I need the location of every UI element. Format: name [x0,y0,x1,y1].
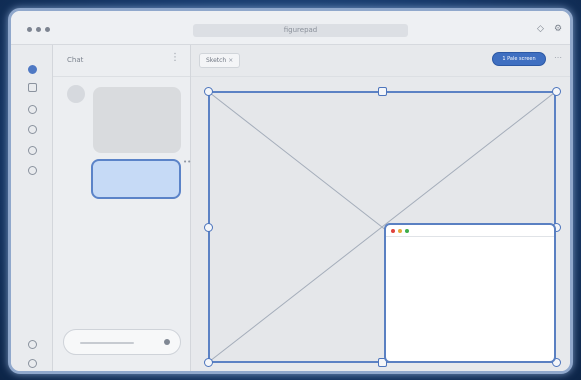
mini-close-dot[interactable] [391,229,395,233]
mini-maximize-dot[interactable] [405,229,409,233]
resize-handle-left[interactable] [204,223,213,232]
outgoing-message[interactable] [91,159,181,199]
bell-icon[interactable] [28,166,37,175]
resize-handle-bottom-left[interactable] [204,358,213,367]
resize-handle-top-left[interactable] [204,87,213,96]
message-composer[interactable] [63,329,181,355]
send-icon[interactable] [164,339,170,345]
tab-close-icon[interactable]: × [228,57,233,64]
mini-window[interactable] [384,223,556,363]
avatar [67,85,85,103]
canvas-area[interactable] [191,77,570,371]
window-controls [27,27,50,32]
cloud-icon[interactable] [28,125,37,134]
main-area: Sketch × 1 Pale screen ⋯ [191,45,570,371]
left-rail [11,45,53,371]
address-bar[interactable]: figurepad [193,24,408,37]
mini-window-controls [391,229,409,233]
shield-icon[interactable]: ◇ [537,25,544,34]
chat-menu-icon[interactable]: ⋮ [170,53,180,63]
incoming-message [93,87,181,153]
minimize-window-dot[interactable] [36,27,41,32]
chat-header: Chat ⋮ [53,45,190,77]
resize-handle-top-right[interactable] [552,87,561,96]
main-header: Sketch × 1 Pale screen ⋯ [191,45,570,77]
link-icon[interactable] [28,146,37,155]
resize-handle-top[interactable] [378,87,387,96]
home-icon[interactable] [28,65,37,74]
composer-placeholder [80,342,134,344]
puzzle-icon[interactable]: ⚙ [554,25,562,34]
title-bar: figurepad ◇ ⚙ [11,11,570,45]
app-window: figurepad ◇ ⚙ Chat ⋮ •• Sketch × 1 Pale … [8,8,573,374]
user-icon[interactable] [28,359,37,368]
settings-icon[interactable] [28,340,37,349]
maximize-window-dot[interactable] [45,27,50,32]
image-placeholder-frame[interactable] [204,87,561,367]
mini-window-titlebar [386,225,554,237]
chat-icon[interactable] [28,83,37,92]
tab-sketch[interactable]: Sketch × [199,53,241,68]
mini-minimize-dot[interactable] [398,229,402,233]
more-options-icon[interactable]: ⋯ [554,54,562,62]
action-pill-button[interactable]: 1 Pale screen [492,52,546,66]
close-window-dot[interactable] [27,27,32,32]
stack-icon[interactable] [28,105,37,114]
tab-label: Sketch [206,57,227,64]
chat-panel: Chat ⋮ •• [53,45,191,371]
chat-title: Chat [67,56,84,64]
